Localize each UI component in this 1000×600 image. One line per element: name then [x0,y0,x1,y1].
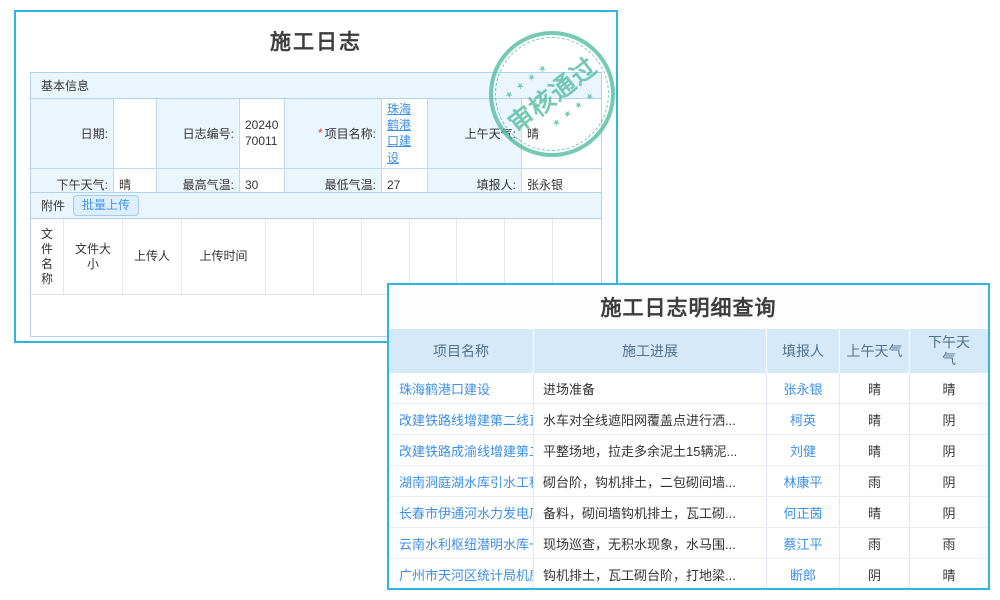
progress-column-header: 施工进展 [534,329,767,373]
reporter-link[interactable]: 刘健 [767,435,840,465]
table-row: 改建铁路成渝线增建第二直通线 平整场地，拉走多余泥土15辆泥... 刘健 晴 阴 [389,435,988,466]
reporter-column-header: 填报人 [767,329,840,373]
log-form-title: 施工日志 [16,12,616,70]
upload-time-column-header: 上传时间 [182,219,266,294]
pm-weather-cell: 晴 [910,373,988,403]
progress-cell: 现场巡查，无积水现象，水马围... [534,528,767,558]
am-weather-cell: 晴 [840,435,910,465]
am-weather-cell: 阴 [840,559,910,589]
am-weather-cell: 雨 [840,528,910,558]
required-asterisk: * [318,126,323,140]
am-weather-column-header: 上午天气 [840,329,910,373]
basic-info-section-title: 基本信息 [31,73,601,99]
am-weather-label: 上午天气: [428,99,522,169]
uploader-column-header: 上传人 [123,219,182,294]
am-weather-cell: 晴 [840,497,910,527]
empty-column-header [314,219,362,294]
pm-weather-cell: 阴 [910,497,988,527]
pm-weather-cell: 阴 [910,404,988,434]
project-link[interactable]: 改建铁路成渝线增建第二直通线 [389,435,534,465]
project-link[interactable]: 珠海鹤港口建设 [389,373,534,403]
table-row: 长春市伊通河水力发电厂改建工程 备料，砌间墙钩机排土，瓦工砌... 何正茵 晴 … [389,497,988,528]
table-row: 改建铁路线增建第二线直通线 水车对全线遮阳网覆盖点进行洒... 柯英 晴 阴 [389,404,988,435]
page: 施工日志 基本信息 日期: 日志编号: 2024070011 *项目名称: 珠海… [0,0,1000,600]
table-row: 珠海鹤港口建设 进场准备 张永银 晴 晴 [389,373,988,404]
log-number-label: 日志编号: [157,99,240,169]
batch-upload-button[interactable]: 批量上传 [73,195,139,217]
basic-info-table: 日期: 日志编号: 2024070011 *项目名称: 珠海鹤港口建设 上午天气… [31,99,601,201]
reporter-link[interactable]: 林康平 [767,466,840,496]
progress-cell: 进场准备 [534,373,767,403]
file-size-column-header: 文件大小 [64,219,123,294]
date-label: 日期: [31,99,114,169]
pm-weather-column-header: 下午天气 [910,329,988,373]
reporter-link[interactable]: 柯英 [767,404,840,434]
project-link[interactable]: 广州市天河区统计局机房改造项目 [389,559,534,589]
table-row: 湖南洞庭湖水库引水工程施工队 砌台阶，钩机排土，二包砌间墙... 林康平 雨 阴 [389,466,988,497]
pm-weather-cell: 晴 [910,559,988,589]
attachments-section-title: 附件 [41,197,65,214]
am-weather-cell: 晴 [840,404,910,434]
progress-cell: 平整场地，拉走多余泥土15辆泥... [534,435,767,465]
reporter-link[interactable]: 何正茵 [767,497,840,527]
project-link[interactable]: 珠海鹤港口建设 [387,101,422,166]
progress-cell: 水车对全线遮阳网覆盖点进行洒... [534,404,767,434]
progress-cell: 备料，砌间墙钩机排土，瓦工砌... [534,497,767,527]
am-weather-value: 晴 [522,99,601,169]
log-number-value: 2024070011 [240,99,285,169]
pm-weather-cell: 雨 [910,528,988,558]
project-link[interactable]: 长春市伊通河水力发电厂改建工程 [389,497,534,527]
am-weather-cell: 雨 [840,466,910,496]
project-link[interactable]: 改建铁路线增建第二线直通线 [389,404,534,434]
basic-info-section: 基本信息 日期: 日志编号: 2024070011 *项目名称: 珠海鹤港口建设… [30,72,602,202]
reporter-link[interactable]: 张永银 [767,373,840,403]
am-weather-cell: 晴 [840,373,910,403]
detail-query-panel: 施工日志明细查询 项目名称 施工进展 填报人 上午天气 下午天气 珠海鹤港口建设… [387,283,990,590]
pm-weather-cell: 阴 [910,466,988,496]
reporter-link[interactable]: 断郎 [767,559,840,589]
detail-query-table-header: 项目名称 施工进展 填报人 上午天气 下午天气 [389,329,988,373]
progress-cell: 钩机排土，瓦工砌台阶，打地梁... [534,559,767,589]
pm-weather-cell: 阴 [910,435,988,465]
empty-column-header [266,219,314,294]
project-name-label: *项目名称: [285,99,382,169]
progress-cell: 砌台阶，钩机排土，二包砌间墙... [534,466,767,496]
table-row: 云南水利枢纽潜明水库一期工程 现场巡查，无积水现象，水马围... 蔡江平 雨 雨 [389,528,988,559]
attachments-header-bar: 附件 批量上传 [31,193,601,219]
detail-query-title: 施工日志明细查询 [389,285,988,329]
project-link[interactable]: 湖南洞庭湖水库引水工程施工队 [389,466,534,496]
file-name-column-header: 文件名称 [31,219,64,294]
project-column-header: 项目名称 [389,329,534,373]
table-row: 广州市天河区统计局机房改造项目 钩机排土，瓦工砌台阶，打地梁... 断郎 阴 晴 [389,559,988,590]
project-name-value: 珠海鹤港口建设 [382,99,428,169]
reporter-link[interactable]: 蔡江平 [767,528,840,558]
date-value[interactable] [114,99,157,169]
project-link[interactable]: 云南水利枢纽潜明水库一期工程 [389,528,534,558]
